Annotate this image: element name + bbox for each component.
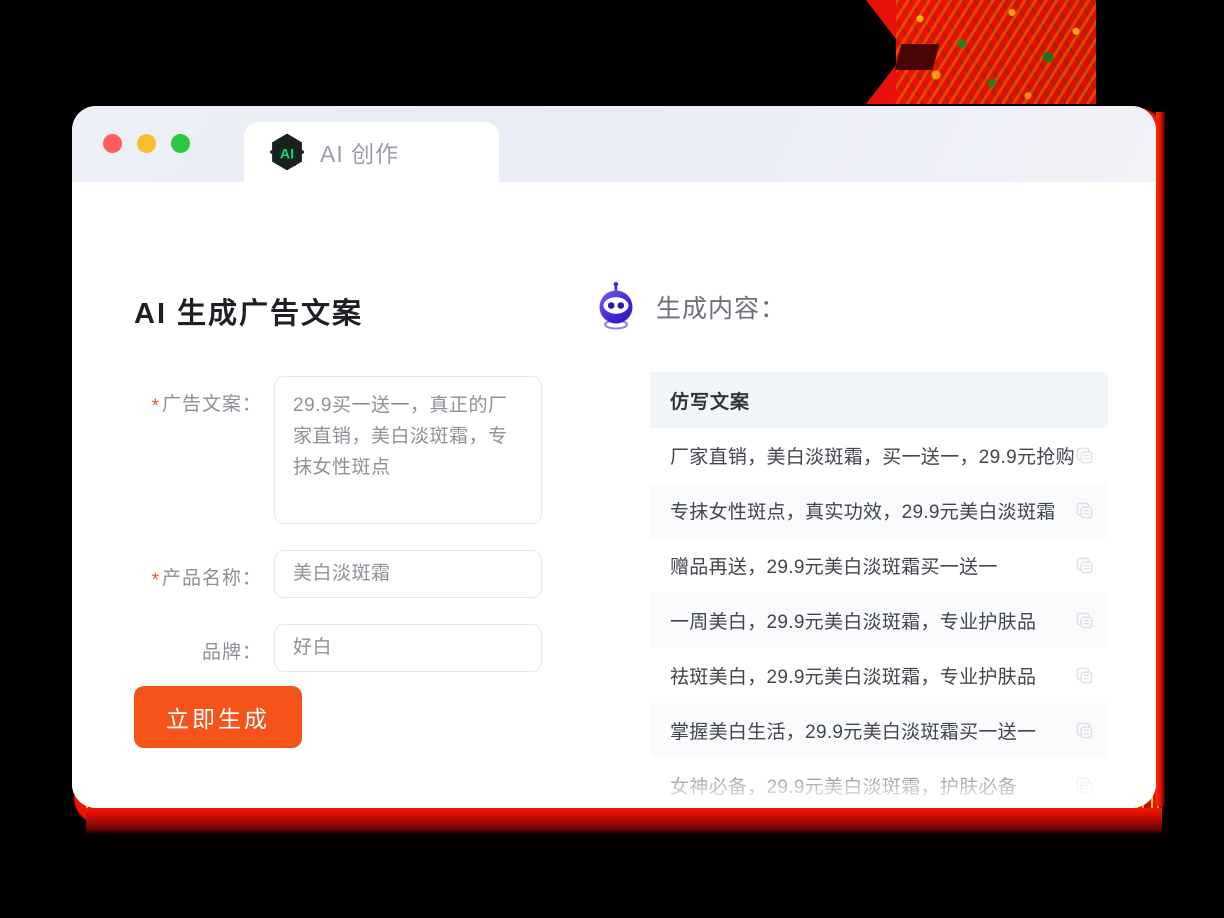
result-header: 生成内容：	[594, 282, 1156, 332]
table-column-header: 仿写文案	[650, 372, 1108, 428]
table-row[interactable]: 2 专抹女性斑点，真实功效，29.9元美白淡斑霜	[650, 483, 1108, 538]
copy-icon[interactable]	[1075, 721, 1094, 740]
card-right-edge-glow	[1156, 112, 1165, 806]
minimize-button[interactable]	[137, 134, 156, 153]
label-brand: 品牌：	[134, 624, 274, 672]
decorative-notch	[894, 44, 940, 70]
product-name-input[interactable]: 美白淡斑霜	[274, 550, 542, 598]
label-ad-copy: * 广告文案：	[134, 376, 274, 524]
copy-icon[interactable]	[1075, 776, 1094, 795]
label-product-name-text: 产品名称：	[161, 568, 262, 589]
app-window: AI AI 创作 AI 生成广告文案 * 广告文案： 29.9买一送一，真正的厂家…	[72, 106, 1156, 808]
copy-icon[interactable]	[1075, 556, 1094, 575]
row-text: 一周美白，29.9元美白淡斑霜，专业护肤品	[670, 612, 1037, 633]
table-row[interactable]: 6 掌握美白生活，29.9元美白淡斑霜买一送一	[650, 703, 1108, 758]
decorative-texture-graphic	[866, 0, 1096, 104]
copy-icon[interactable]	[1075, 666, 1094, 685]
maximize-button[interactable]	[171, 134, 190, 153]
result-table-fade-mask: 仿写文案 1 厂家直销，美白淡斑霜，买一送一，29.9元抢购	[650, 372, 1108, 808]
window-body: AI 生成广告文案 * 广告文案： 29.9买一送一，真正的厂家直销，美白淡斑霜，…	[72, 182, 1156, 808]
copy-icon[interactable]	[1075, 611, 1094, 630]
close-button[interactable]	[103, 134, 122, 153]
copy-icon[interactable]	[1075, 501, 1094, 520]
label-ad-copy-text: 广告文案：	[161, 394, 262, 415]
ai-hexagon-logo-icon: AI	[268, 133, 306, 171]
window-controls	[103, 134, 190, 153]
table-row[interactable]: 1 厂家直销，美白淡斑霜，买一送一，29.9元抢购	[650, 428, 1108, 483]
tab-ai-creation[interactable]: AI AI 创作	[244, 122, 499, 182]
svg-text:AI: AI	[280, 146, 294, 162]
ad-copy-form: * 广告文案： 29.9买一送一，真正的厂家直销，美白淡斑霜，专抹女性斑点 * 产品…	[134, 376, 580, 672]
tab-label: AI 创作	[320, 141, 400, 167]
form-row-ad-copy: * 广告文案： 29.9买一送一，真正的厂家直销，美白淡斑霜，专抹女性斑点	[134, 376, 580, 524]
form-row-brand: 品牌： 好白	[134, 624, 580, 672]
row-text: 女神必备，29.9元美白淡斑霜，护肤必备	[670, 777, 1017, 798]
generate-button[interactable]: 立即生成	[134, 686, 302, 748]
left-form-panel: AI 生成广告文案 * 广告文案： 29.9买一送一，真正的厂家直销，美白淡斑霜，…	[72, 182, 580, 808]
table-row[interactable]: 3 赠品再送，29.9元美白淡斑霜买一送一	[650, 538, 1108, 593]
row-text: 赠品再送，29.9元美白淡斑霜买一送一	[670, 557, 998, 578]
window-title-bar: AI AI 创作	[72, 106, 1156, 182]
form-row-product-name: * 产品名称： 美白淡斑霜	[134, 550, 580, 598]
row-text: 掌握美白生活，29.9元美白淡斑霜买一送一	[670, 722, 1037, 743]
label-product-name: * 产品名称：	[134, 550, 274, 598]
table-row[interactable]: 7 女神必备，29.9元美白淡斑霜，护肤必备	[650, 758, 1108, 808]
right-result-panel: 生成内容： 仿写文案 1 厂家直销，美白淡斑霜，买一送一，29.9元抢购	[580, 182, 1156, 808]
table-row[interactable]: 5 祛斑美白，29.9元美白淡斑霜，专业护肤品	[650, 648, 1108, 703]
required-asterisk-icon: *	[151, 396, 160, 417]
page-title: AI 生成广告文案	[134, 298, 364, 330]
brand-input[interactable]: 好白	[274, 624, 542, 672]
table-row[interactable]: 4 一周美白，29.9元美白淡斑霜，专业护肤品	[650, 593, 1108, 648]
robot-head-icon	[594, 282, 638, 332]
result-heading: 生成内容：	[656, 295, 787, 323]
copy-icon[interactable]	[1075, 446, 1094, 465]
ad-copy-textarea[interactable]: 29.9买一送一，真正的厂家直销，美白淡斑霜，专抹女性斑点	[274, 376, 542, 524]
required-asterisk-icon: *	[151, 570, 160, 591]
row-text: 专抹女性斑点，真实功效，29.9元美白淡斑霜	[670, 502, 1056, 523]
label-brand-text: 品牌：	[201, 642, 262, 663]
row-text: 厂家直销，美白淡斑霜，买一送一，29.9元抢购	[670, 447, 1075, 468]
result-table: 仿写文案 1 厂家直销，美白淡斑霜，买一送一，29.9元抢购	[650, 372, 1108, 808]
row-text: 祛斑美白，29.9元美白淡斑霜，专业护肤品	[670, 667, 1037, 688]
